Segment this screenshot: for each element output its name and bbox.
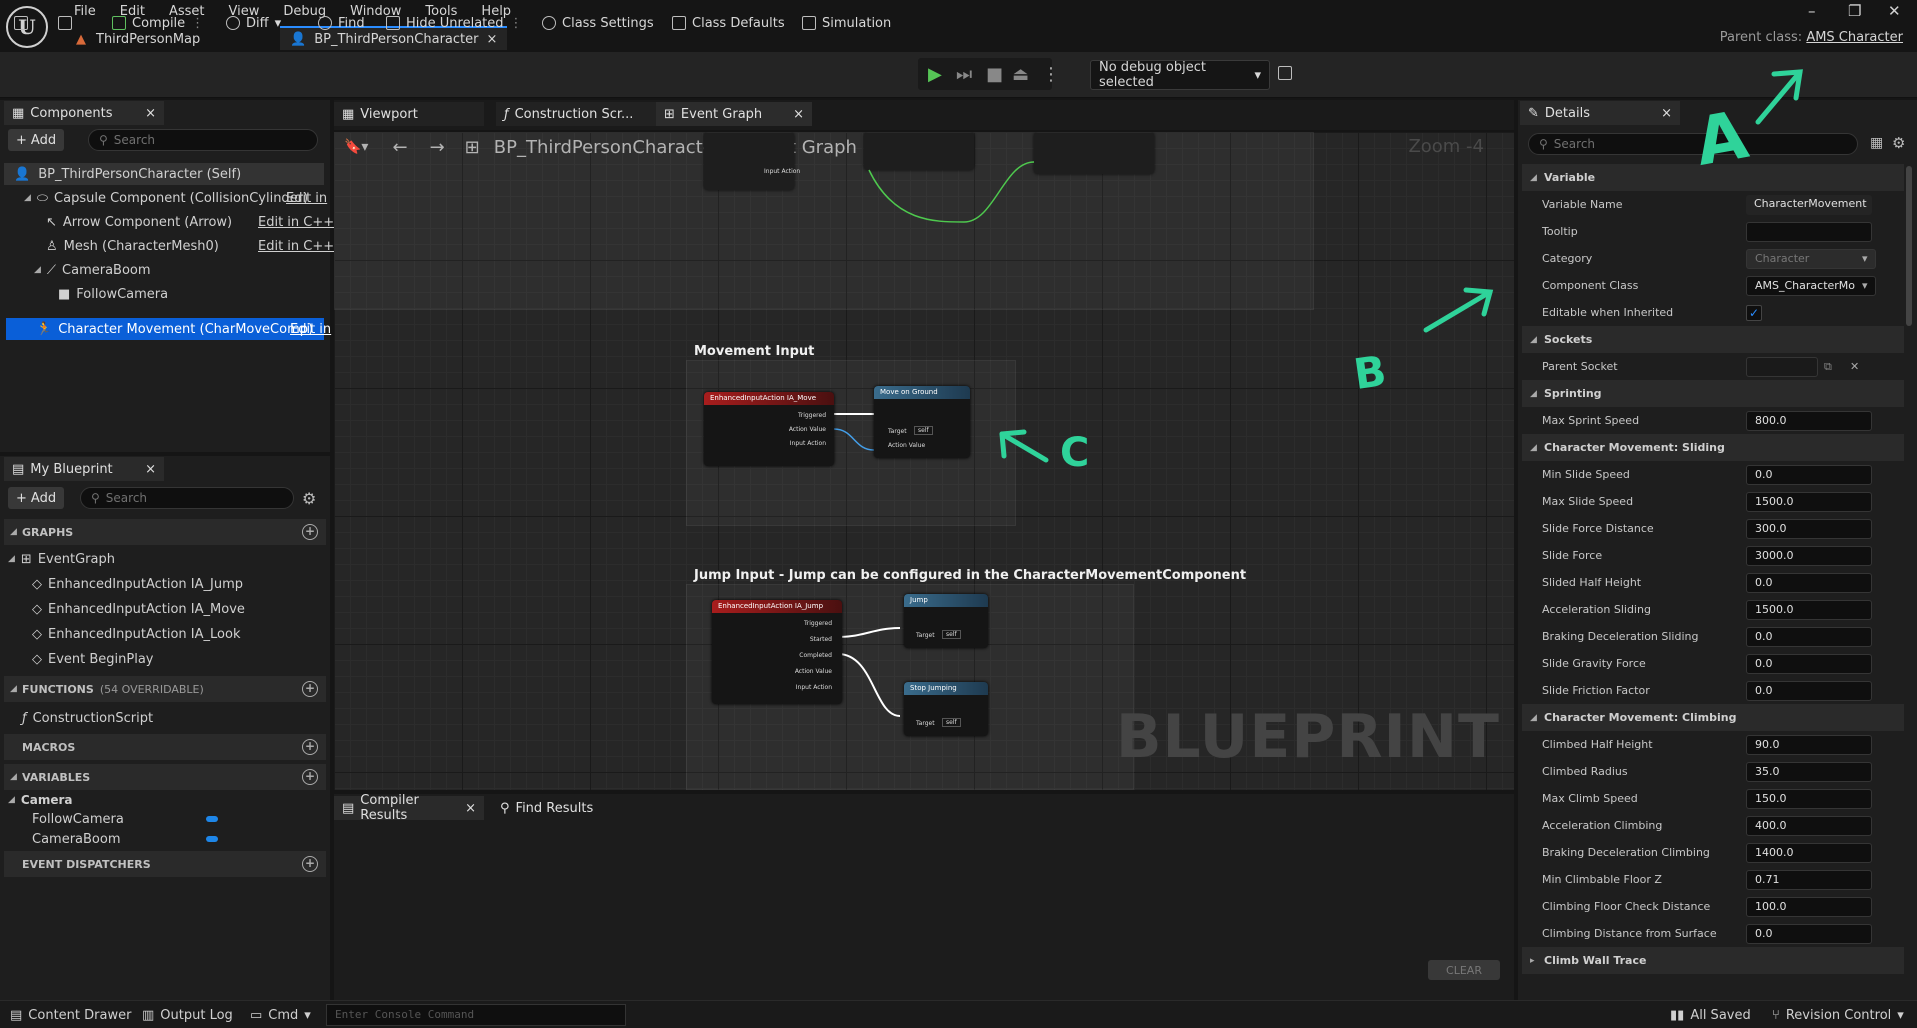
output-log-label: Output Log bbox=[160, 1008, 233, 1023]
annotation-arrow-c bbox=[999, 429, 1049, 463]
chevron-down-icon: ▾ bbox=[1897, 1008, 1904, 1023]
all-saved-label: All Saved bbox=[1690, 1008, 1751, 1023]
revision-control-button[interactable]: ⑂ Revision Control ▾ bbox=[1772, 1008, 1904, 1023]
content-drawer-icon: ▤ bbox=[10, 1008, 23, 1023]
annotation-arrow-b bbox=[1423, 287, 1494, 333]
console-icon: ▭ bbox=[250, 1008, 263, 1023]
save-status-icon: ▮▮ bbox=[1670, 1008, 1685, 1023]
cmd-label: Cmd bbox=[268, 1008, 299, 1023]
annotation-layer bbox=[999, 69, 1803, 463]
content-drawer-label: Content Drawer bbox=[28, 1008, 132, 1023]
annotation-arrow-a bbox=[1755, 69, 1803, 125]
all-saved-button[interactable]: ▮▮ All Saved bbox=[1670, 1008, 1751, 1023]
content-drawer-button[interactable]: ▤ Content Drawer bbox=[10, 1008, 131, 1023]
output-log-icon: ▥ bbox=[142, 1008, 155, 1023]
annotation-letter-b: B bbox=[1350, 346, 1390, 399]
revision-control-label: Revision Control bbox=[1785, 1008, 1892, 1023]
revision-control-icon: ⑂ bbox=[1772, 1008, 1780, 1023]
output-log-button[interactable]: ▥ Output Log bbox=[142, 1008, 233, 1023]
console-command-input[interactable]: Enter Console Command bbox=[326, 1004, 626, 1026]
chevron-down-icon: ▾ bbox=[304, 1008, 311, 1023]
annotation-letter-c: C bbox=[1060, 430, 1090, 476]
cmd-dropdown[interactable]: ▭ Cmd ▾ bbox=[250, 1008, 311, 1023]
